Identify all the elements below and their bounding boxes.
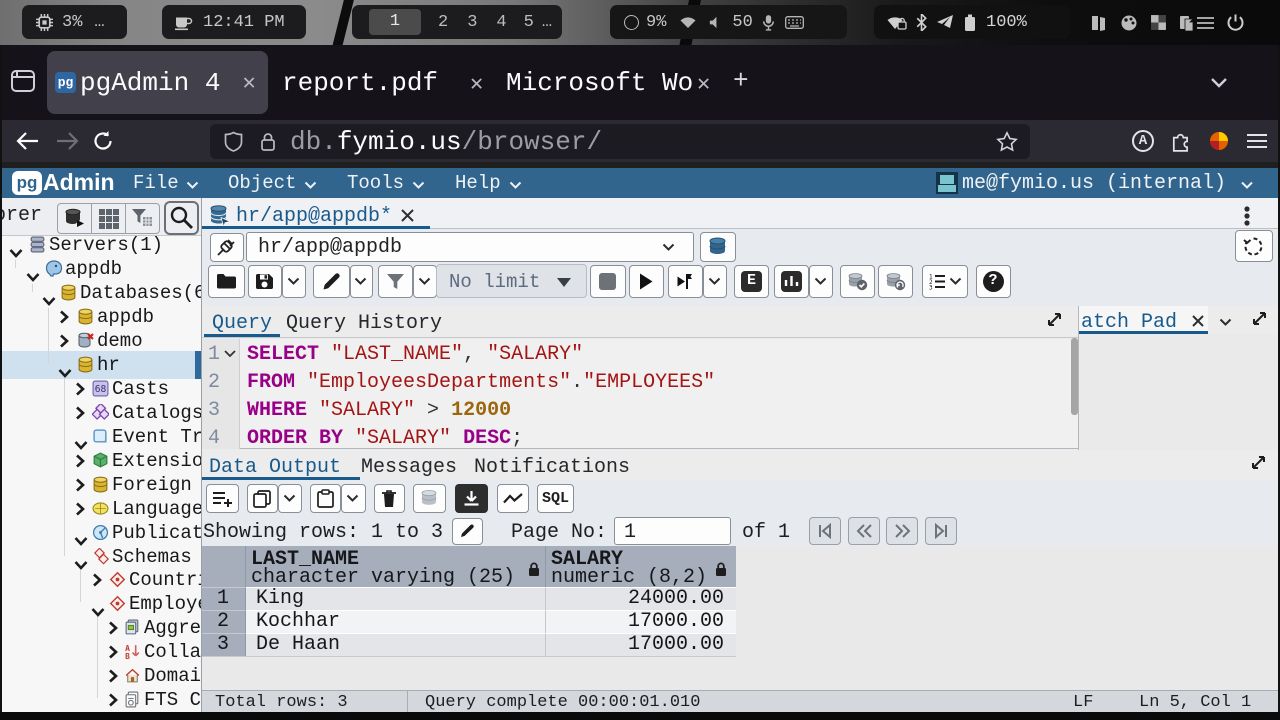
svg-text:B: B [125, 652, 130, 660]
svg-text:68: 68 [95, 384, 107, 395]
svg-text:3: 3 [929, 285, 933, 291]
